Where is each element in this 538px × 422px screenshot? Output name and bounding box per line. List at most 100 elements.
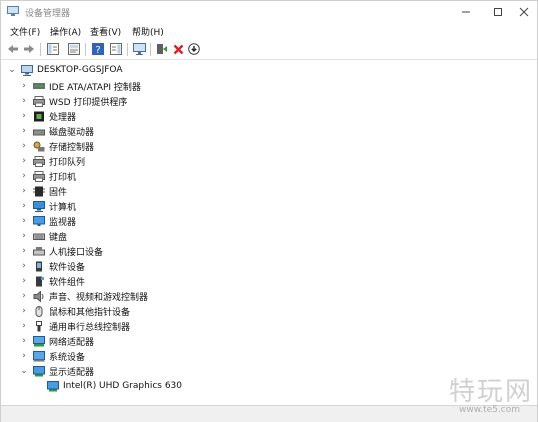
chevron-right-icon[interactable]: › xyxy=(19,199,29,213)
display-adapter-icon xyxy=(33,365,45,376)
chevron-right-icon[interactable]: › xyxy=(19,334,29,348)
chevron-right-icon[interactable]: › xyxy=(19,229,29,243)
tree-item-ide[interactable]: › IDE ATA/ATAPI 控制器 xyxy=(19,79,141,93)
tree-item-label: IDE ATA/ATAPI 控制器 xyxy=(49,82,141,93)
display-adapter-icon xyxy=(47,380,59,391)
panel-icon xyxy=(110,43,122,55)
chevron-right-icon[interactable]: › xyxy=(19,349,29,363)
tree-root[interactable]: ⌄ DESKTOP-GGSJFOA xyxy=(7,63,123,77)
chevron-right-icon[interactable]: › xyxy=(19,124,29,138)
tree-item-label: 软件设备 xyxy=(49,262,86,273)
tree-item-print-queue[interactable]: › 打印队列 xyxy=(19,154,85,168)
menu-action[interactable]: 操作(A) xyxy=(50,25,81,38)
minimize-icon xyxy=(462,11,470,13)
software-component-icon xyxy=(36,276,44,286)
chevron-right-icon[interactable]: › xyxy=(19,169,29,183)
tree-item-label: 磁盘驱动器 xyxy=(49,127,95,138)
watermark-url: www.te5.com xyxy=(459,405,520,415)
tree-item-wsd[interactable]: › WSD 打印提供程序 xyxy=(19,94,127,108)
chevron-right-icon[interactable]: › xyxy=(19,184,29,198)
toolbar-separator xyxy=(150,43,151,56)
chevron-right-icon[interactable]: › xyxy=(19,304,29,318)
menu-help[interactable]: 帮助(H) xyxy=(132,25,164,38)
menu-file[interactable]: 文件(F) xyxy=(10,25,40,38)
tree-item-printer[interactable]: › 打印机 xyxy=(19,169,76,183)
tree-item-label: 显示适配器 xyxy=(49,367,95,378)
tree-item-label: 存储控制器 xyxy=(49,142,95,153)
tree-item-label: 系统设备 xyxy=(49,352,86,363)
tree-item-label: 打印队列 xyxy=(49,157,86,168)
tree-item-sound[interactable]: › 声音、视频和游戏控制器 xyxy=(19,289,148,303)
tree-item-label: 网络适配器 xyxy=(49,337,95,348)
tree-item-label: 键盘 xyxy=(49,232,68,243)
chevron-right-icon[interactable]: › xyxy=(19,259,29,273)
tree-item-processor[interactable]: › 处理器 xyxy=(19,109,76,123)
tree-item-storage[interactable]: › 存储控制器 xyxy=(19,139,94,153)
menu-bar: 文件(F) 操作(A) 查看(V) 帮助(H) xyxy=(1,23,537,39)
chevron-down-icon[interactable]: ⌄ xyxy=(19,364,29,378)
tree-item-hid[interactable]: › 人机接口设备 xyxy=(19,244,103,258)
scan-hardware-button[interactable] xyxy=(132,42,146,56)
toolbar-separator xyxy=(127,43,128,56)
update-driver-icon xyxy=(157,44,167,54)
chevron-right-icon[interactable]: › xyxy=(19,109,29,123)
chevron-right-icon[interactable]: › xyxy=(19,319,29,333)
help-button[interactable]: ? xyxy=(91,42,105,56)
tree-item-software-device[interactable]: › 软件设备 xyxy=(19,259,85,273)
device-tree[interactable]: ⌄ DESKTOP-GGSJFOA › IDE ATA/ATAPI 控制器 › … xyxy=(1,61,537,405)
tree-item-keyboard[interactable]: › 键盘 xyxy=(19,229,67,243)
storage-controller-icon xyxy=(33,141,45,151)
tree-item-system[interactable]: › 系统设备 xyxy=(19,349,85,363)
toolbar-separator xyxy=(40,43,41,56)
chevron-right-icon[interactable]: › xyxy=(19,154,29,168)
tree-item-label: WSD 打印提供程序 xyxy=(49,97,128,108)
tree-item-firmware[interactable]: › 固件 xyxy=(19,184,67,198)
tree-item-software-component[interactable]: › 软件组件 xyxy=(19,274,85,288)
disk-drive-icon xyxy=(33,129,45,135)
minimize-button[interactable] xyxy=(453,3,479,21)
tree-item-disk[interactable]: › 磁盘驱动器 xyxy=(19,124,94,138)
chevron-right-icon[interactable]: › xyxy=(19,139,29,153)
uninstall-icon xyxy=(173,44,183,54)
back-button[interactable] xyxy=(6,42,20,56)
tree-item-label: 人机接口设备 xyxy=(49,247,104,258)
show-hide-tree-button[interactable] xyxy=(46,42,60,56)
computer-name: DESKTOP-GGSJFOA xyxy=(37,65,123,75)
chevron-down-icon[interactable]: ⌄ xyxy=(7,63,17,77)
toolbar: ? xyxy=(1,40,537,60)
system-device-icon xyxy=(33,350,45,361)
tree-item-mouse[interactable]: › 鼠标和其他指针设备 xyxy=(19,304,130,318)
chevron-right-icon[interactable]: › xyxy=(19,274,29,288)
firmware-icon xyxy=(33,186,45,196)
uninstall-button[interactable] xyxy=(171,42,185,56)
action-pane-button[interactable] xyxy=(109,42,123,56)
tree-item-label: 监视器 xyxy=(49,217,77,228)
enable-device-button[interactable] xyxy=(187,42,201,56)
chevron-right-icon[interactable]: › xyxy=(19,289,29,303)
watermark-logo: 特玩网 xyxy=(449,377,534,407)
printer-icon xyxy=(33,170,45,182)
chevron-right-icon[interactable]: › xyxy=(19,79,29,93)
update-driver-button[interactable] xyxy=(155,42,169,56)
forward-button[interactable] xyxy=(22,42,36,56)
tree-item-label: 计算机 xyxy=(49,202,77,213)
chevron-right-icon[interactable]: › xyxy=(19,94,29,108)
properties-button[interactable] xyxy=(67,42,81,56)
tree-item-label: 软件组件 xyxy=(49,277,86,288)
tree-item-network[interactable]: › 网络适配器 xyxy=(19,334,94,348)
chevron-right-icon[interactable]: › xyxy=(19,214,29,228)
computer-icon xyxy=(21,64,33,76)
chevron-right-icon[interactable]: › xyxy=(19,244,29,258)
keyboard-icon xyxy=(33,233,45,240)
device-manager-app-icon xyxy=(7,6,19,16)
tree-item-display[interactable]: ⌄ 显示适配器 xyxy=(19,364,94,378)
tree-item-computer[interactable]: › 计算机 xyxy=(19,199,76,213)
tree-item-monitor[interactable]: › 监视器 xyxy=(19,214,76,228)
maximize-button[interactable] xyxy=(485,3,511,21)
tree-item-gpu[interactable]: Intel(R) UHD Graphics 630 xyxy=(43,379,182,393)
window-title: 设备管理器 xyxy=(25,9,71,19)
close-button[interactable] xyxy=(511,3,537,21)
tree-item-usb[interactable]: › 通用串行总线控制器 xyxy=(19,319,130,333)
watermark: 特玩网 www.te5.com xyxy=(441,371,537,419)
menu-view[interactable]: 查看(V) xyxy=(90,25,121,38)
